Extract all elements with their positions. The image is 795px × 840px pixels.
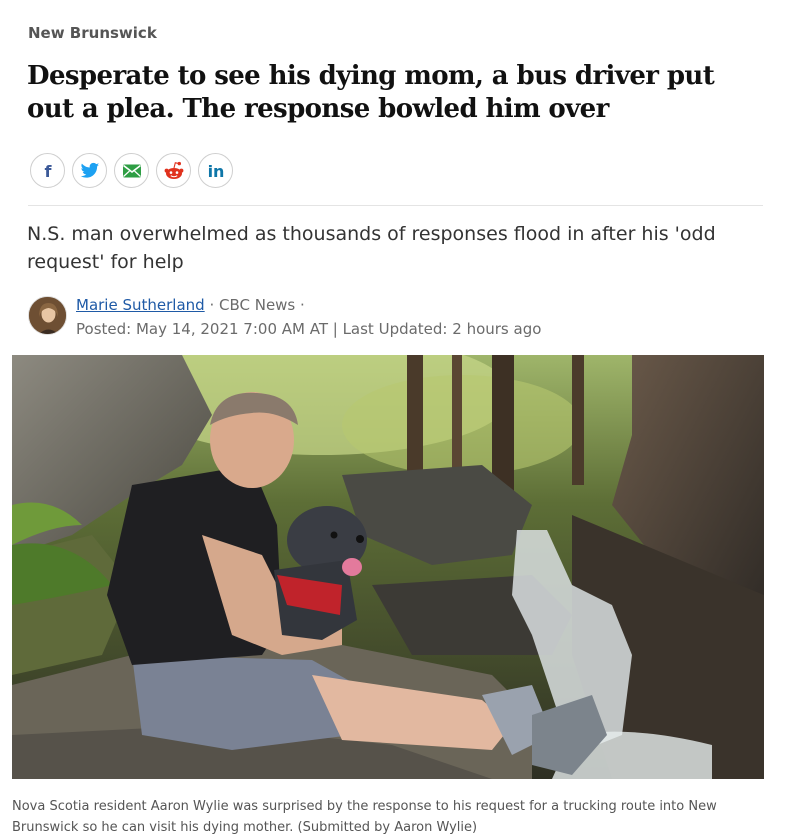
article-deck: N.S. man overwhelmed as thousands of res… [27, 223, 716, 273]
facebook-glyph: f [44, 162, 52, 180]
twitter-icon [80, 162, 99, 178]
linkedin-icon: in [207, 162, 224, 180]
facebook-icon: f [44, 162, 52, 180]
share-bar: f in [30, 153, 233, 188]
photo-man-with-dog-by-waterfall [12, 355, 764, 779]
headline: Desperate to see his dying mom, a bus dr… [27, 61, 715, 124]
reddit-icon [164, 161, 183, 179]
linkedin-glyph: in [207, 162, 224, 180]
author-avatar[interactable] [28, 296, 67, 335]
avatar-portrait [29, 297, 66, 334]
byline-dates: Posted: May 14, 2021 7:00 AM AT | Last U… [76, 320, 542, 338]
linkedin-share-button[interactable]: in [198, 153, 233, 188]
byline: Marie Sutherland · CBC News · Posted: Ma… [76, 293, 541, 341]
section-label[interactable]: New Brunswick [28, 24, 157, 42]
facebook-share-button[interactable]: f [30, 153, 65, 188]
author-link[interactable]: Marie Sutherland [76, 296, 205, 314]
article-photo[interactable] [12, 355, 764, 779]
divider [28, 205, 763, 206]
email-icon [122, 164, 141, 177]
byline-outlet: · CBC News · [204, 296, 305, 314]
photo-caption: Nova Scotia resident Aaron Wylie was sur… [12, 799, 717, 835]
email-share-button[interactable] [114, 153, 149, 188]
reddit-share-button[interactable] [156, 153, 191, 188]
twitter-share-button[interactable] [72, 153, 107, 188]
